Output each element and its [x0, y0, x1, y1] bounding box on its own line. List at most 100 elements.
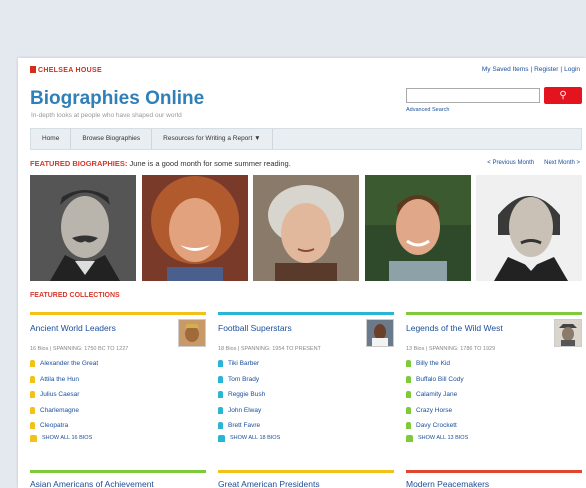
bio-label: Brett Favre — [228, 422, 261, 430]
portrait-image — [364, 175, 471, 281]
collection-thumbnail[interactable] — [554, 319, 582, 347]
bio-label: Tiki Barber — [228, 360, 260, 368]
show-all-label: SHOW ALL 13 BIOS — [418, 435, 469, 441]
portrait-image — [141, 175, 248, 281]
bio-link-billy-the-kid[interactable]: Billy the Kid — [406, 356, 582, 372]
person-icon — [218, 375, 223, 383]
bio-link-tiki-barber[interactable]: Tiki Barber — [218, 356, 394, 372]
bio-link-julius-caesar[interactable]: Julius Caesar — [30, 387, 206, 403]
featured-photos — [30, 175, 582, 281]
bio-label: John Elway — [228, 406, 262, 414]
person-icon — [406, 360, 411, 368]
search-button[interactable]: ⚲ — [544, 87, 582, 104]
show-all-link[interactable]: SHOW ALL 16 BIOS — [30, 434, 206, 442]
collections-grid: Ancient World Leaders 16 Bios | SPANNING… — [30, 312, 582, 442]
collection-card: Ancient World Leaders 16 Bios | SPANNING… — [30, 312, 206, 442]
portrait-image — [476, 175, 582, 281]
collection-title[interactable]: Great American Presidents — [218, 479, 394, 488]
bio-label: Tom Brady — [228, 375, 260, 383]
bio-link-john-elway[interactable]: John Elway — [218, 403, 394, 419]
more-collections: Asian Americans of Achievement Great Ame… — [30, 470, 582, 488]
people-icon — [30, 434, 37, 442]
card-accent-bar — [218, 470, 394, 473]
bio-label: Calamity Jane — [416, 391, 458, 399]
bio-link-alexander-the-great[interactable]: Alexander the Great — [30, 356, 206, 372]
bio-label: Attila the Hun — [40, 375, 80, 383]
show-all-link[interactable]: SHOW ALL 13 BIOS — [406, 434, 582, 442]
featured-heading: FEATURED BIOGRAPHIES: June is a good mon… — [30, 159, 291, 168]
bio-link-tom-brady[interactable]: Tom Brady — [218, 372, 394, 388]
person-icon — [218, 422, 223, 430]
bio-link-charlemagne[interactable]: Charlemagne — [30, 403, 206, 419]
bio-link-cleopatra[interactable]: Cleopatra — [30, 418, 206, 434]
bio-label: Alexander the Great — [40, 360, 99, 368]
next-month-link[interactable]: Next Month > — [544, 160, 580, 166]
bio-label: Charlemagne — [40, 406, 80, 414]
card-accent-bar — [406, 312, 582, 315]
card-accent-bar — [218, 312, 394, 315]
person-icon — [218, 406, 223, 414]
person-icon — [218, 391, 223, 399]
person-icon — [30, 391, 35, 399]
bio-link-buffalo-bill-cody[interactable]: Buffalo Bill Cody — [406, 372, 582, 388]
site-title[interactable]: Biographies Online — [30, 88, 204, 110]
bio-list: Alexander the Great Attila the Hun Juliu… — [30, 356, 206, 434]
previous-month-link[interactable]: < Previous Month — [487, 160, 534, 166]
people-icon — [406, 434, 413, 442]
link-separator: | — [560, 66, 563, 73]
collection-title[interactable]: Asian Americans of Achievement — [30, 479, 206, 488]
nav-browse-biographies[interactable]: Browse Biographies — [71, 129, 153, 149]
person-icon — [406, 422, 411, 430]
top-bar: CHELSEA HOUSE My Saved Items | Register | Lo… — [18, 58, 586, 82]
logo-mark-icon — [30, 66, 36, 73]
portrait-image — [253, 175, 359, 281]
bio-link-reggie-bush[interactable]: Reggie Bush — [218, 387, 394, 403]
collection-title[interactable]: Modern Peacemakers — [406, 479, 582, 488]
collection-thumbnail[interactable] — [366, 319, 394, 347]
bio-label: Davy Crockett — [416, 422, 457, 430]
bio-link-attila-the-hun[interactable]: Attila the Hun — [30, 372, 206, 388]
bio-link-crazy-horse[interactable]: Crazy Horse — [406, 403, 582, 419]
bio-link-davy-crockett[interactable]: Davy Crockett — [406, 418, 582, 434]
main-nav: Home Browse Biographies Resources for Wr… — [30, 128, 582, 150]
publisher-logo[interactable]: CHELSEA HOUSE — [30, 66, 102, 74]
card-accent-bar — [30, 470, 206, 473]
collection-card: Modern Peacemakers — [406, 470, 582, 488]
card-accent-bar — [30, 312, 206, 315]
featured-photo[interactable] — [476, 175, 582, 281]
person-icon — [406, 391, 411, 399]
collection-thumbnail[interactable] — [178, 319, 206, 347]
person-icon — [30, 375, 35, 383]
collection-card: Legends of the Wild West 13 Bios | SPANN… — [406, 312, 582, 442]
featured-photo[interactable] — [253, 175, 359, 281]
bio-link-calamity-jane[interactable]: Calamity Jane — [406, 387, 582, 403]
bio-list: Billy the Kid Buffalo Bill Cody Calamity… — [406, 356, 582, 434]
my-saved-items-link[interactable]: My Saved Items — [482, 66, 529, 73]
person-icon — [218, 360, 223, 368]
person-icon — [30, 360, 35, 368]
month-nav: < Previous Month Next Month > — [477, 160, 580, 166]
bio-label: Reggie Bush — [228, 391, 266, 399]
nav-resources[interactable]: Resources for Writing a Report ▼ — [152, 129, 273, 149]
site-tagline: In-depth looks at people who have shaped… — [31, 112, 182, 119]
bio-label: Crazy Horse — [416, 406, 453, 414]
bio-label: Cleopatra — [40, 422, 69, 430]
portrait-image — [30, 175, 136, 281]
person-icon — [406, 375, 411, 383]
advanced-search-link[interactable]: Advanced Search — [406, 107, 449, 113]
login-link[interactable]: Login — [564, 66, 580, 73]
search-input[interactable] — [406, 88, 540, 103]
featured-photo[interactable] — [30, 175, 136, 281]
bio-label: Billy the Kid — [416, 360, 450, 368]
person-icon — [406, 406, 411, 414]
featured-photo[interactable] — [141, 175, 248, 281]
featured-photo[interactable] — [364, 175, 471, 281]
register-link[interactable]: Register — [534, 66, 558, 73]
page: CHELSEA HOUSE My Saved Items | Register | Lo… — [18, 58, 586, 488]
featured-text: June is a good month for some summer rea… — [129, 159, 291, 168]
logo-text: CHELSEA HOUSE — [38, 67, 102, 74]
show-all-link[interactable]: SHOW ALL 18 BIOS — [218, 434, 394, 442]
bio-link-brett-favre[interactable]: Brett Favre — [218, 418, 394, 434]
nav-home[interactable]: Home — [31, 129, 72, 149]
bio-list: Tiki Barber Tom Brady Reggie Bush John E… — [218, 356, 394, 434]
